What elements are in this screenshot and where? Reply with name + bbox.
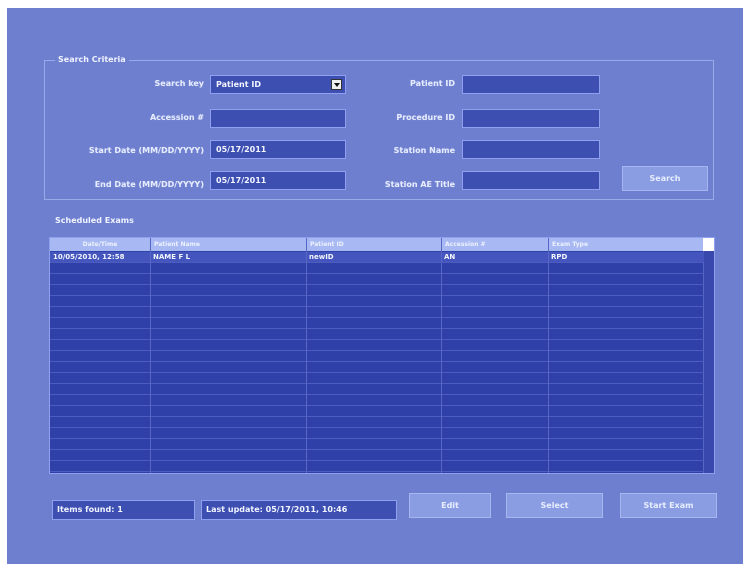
station-name-input[interactable] (462, 140, 600, 159)
column-divider (306, 238, 307, 473)
empty-table-row[interactable] (50, 428, 704, 439)
patient-id-label: Patient ID (410, 79, 455, 88)
scheduled-exams-table: Date/Time Patient Name Patient ID Access… (49, 237, 715, 474)
empty-table-row[interactable] (50, 318, 704, 329)
start-exam-button[interactable]: Start Exam (620, 493, 717, 518)
items-found-status: Items found: 1 (52, 500, 195, 520)
accession-label: Accession # (149, 113, 204, 122)
select-button[interactable]: Select (506, 493, 603, 518)
empty-table-row[interactable] (50, 285, 704, 296)
search-key-label: Search key (154, 79, 205, 88)
accession-input[interactable] (210, 109, 346, 128)
scheduled-exams-title: Scheduled Exams (55, 216, 134, 225)
empty-table-row[interactable] (50, 417, 704, 428)
empty-table-row[interactable] (50, 362, 704, 373)
column-divider (548, 238, 549, 473)
table-row[interactable]: 10/05/2010, 12:58 NAME F L newID AN RPD (50, 252, 704, 263)
empty-table-row[interactable] (50, 395, 704, 406)
empty-table-row[interactable] (50, 296, 704, 307)
empty-table-row[interactable] (50, 263, 704, 274)
search-button[interactable]: Search (622, 166, 708, 191)
procedure-id-input[interactable] (462, 109, 600, 128)
search-criteria-group (44, 60, 714, 200)
empty-table-row[interactable] (50, 351, 704, 362)
empty-table-row[interactable] (50, 406, 704, 417)
station-ae-title-label: Station AE Title (384, 180, 455, 189)
empty-table-row[interactable] (50, 340, 704, 351)
empty-table-row[interactable] (50, 373, 704, 384)
empty-table-row[interactable] (50, 450, 704, 461)
search-key-value: Patient ID (216, 80, 261, 89)
scrollbar-corner (703, 238, 714, 251)
chevron-down-icon[interactable] (331, 79, 342, 90)
column-header-exam-type[interactable]: Exam Type (548, 238, 704, 251)
procedure-id-label: Procedure ID (396, 113, 455, 122)
empty-table-row[interactable] (50, 384, 704, 395)
station-name-label: Station Name (393, 146, 455, 155)
empty-table-row[interactable] (50, 461, 704, 472)
last-update-status: Last update: 05/17/2011, 10:46 (201, 500, 397, 520)
empty-table-row[interactable] (50, 439, 704, 450)
table-cell: NAME F L (153, 253, 191, 261)
table-cell: AN (444, 253, 456, 261)
search-key-dropdown[interactable]: Patient ID (210, 75, 346, 94)
edit-button[interactable]: Edit (409, 493, 491, 518)
column-divider (441, 238, 442, 473)
end-date-label: End Date (MM/DD/YYYY) (94, 180, 204, 189)
table-scrollbar[interactable] (703, 251, 714, 473)
search-criteria-title: Search Criteria (55, 55, 129, 64)
end-date-input[interactable]: 05/17/2011 (210, 171, 346, 190)
start-date-input[interactable]: 05/17/2011 (210, 140, 346, 159)
empty-table-row[interactable] (50, 329, 704, 340)
column-header-date-time[interactable]: Date/Time (50, 238, 150, 251)
station-ae-title-input[interactable] (462, 171, 600, 190)
table-cell: newID (309, 253, 334, 261)
column-header-patient-id[interactable]: Patient ID (306, 238, 441, 251)
empty-table-row[interactable] (50, 307, 704, 318)
column-header-patient-name[interactable]: Patient Name (150, 238, 306, 251)
column-divider (150, 238, 151, 473)
patient-id-input[interactable] (462, 75, 600, 94)
empty-table-row[interactable] (50, 274, 704, 285)
start-date-label: Start Date (MM/DD/YYYY) (88, 146, 204, 155)
table-cell: 10/05/2010, 12:58 (53, 253, 125, 261)
column-header-accession[interactable]: Accession # (441, 238, 548, 251)
table-cell: RPD (551, 253, 568, 261)
table-header: Date/Time Patient Name Patient ID Access… (50, 238, 704, 251)
